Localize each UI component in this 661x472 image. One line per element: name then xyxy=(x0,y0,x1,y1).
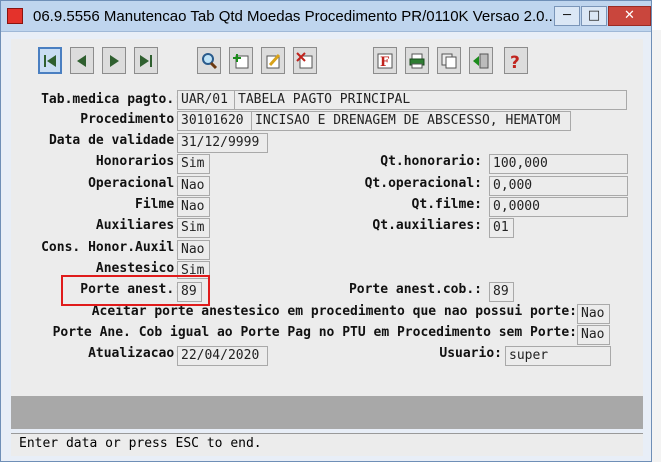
exit-button[interactable] xyxy=(469,47,493,74)
porte-anest-cob-field[interactable]: 89 xyxy=(489,282,514,302)
background-edge xyxy=(652,30,661,462)
procedimento-desc-field[interactable]: INCISAO E DRENAGEM DE ABSCESSO, HEMATOM xyxy=(251,111,571,131)
exit-door-icon xyxy=(473,53,489,68)
add-button[interactable] xyxy=(229,47,253,74)
filme-label: Filme: xyxy=(135,197,182,212)
next-record-button[interactable] xyxy=(102,47,126,74)
procedimento-label: Procedimento: xyxy=(80,112,182,127)
qt-auxiliares-label: Qt.auxiliares: xyxy=(372,218,482,233)
maximize-button[interactable]: □ xyxy=(581,6,607,26)
previous-record-button[interactable] xyxy=(70,47,94,74)
honorarios-label: Honorarios: xyxy=(95,154,182,169)
cons-honor-auxil-label: Cons. Honor.Auxil: xyxy=(41,240,182,255)
atualizacao-field[interactable]: 22/04/2020 xyxy=(177,346,268,366)
qt-filme-field[interactable]: 0,0000 xyxy=(489,197,628,217)
honorarios-field[interactable]: Sim xyxy=(177,154,210,174)
first-record-button[interactable] xyxy=(38,47,62,74)
operacional-field[interactable]: Nao xyxy=(177,176,210,196)
qt-honorario-field[interactable]: 100,000 xyxy=(489,154,628,174)
atualizacao-label: Atualizacao: xyxy=(88,346,182,361)
delete-button[interactable] xyxy=(293,47,317,74)
next-record-icon xyxy=(110,54,119,67)
qt-auxiliares-field[interactable]: 01 xyxy=(489,218,514,238)
porte-anest-cob-label: Porte anest.cob.: xyxy=(348,282,482,297)
qt-filme-label: Qt.filme: xyxy=(411,197,482,212)
auxiliares-field[interactable]: Sim xyxy=(177,218,210,238)
title-bar[interactable]: 06.9.5556 Manutencao Tab Qtd Moedas Proc… xyxy=(1,1,651,32)
form-panel: Tab.medica pagto.: UAR/01 TABELA PAGTO P… xyxy=(11,81,643,396)
qt-honorario-label: Qt.honorario: xyxy=(380,154,482,169)
svg-text:?: ? xyxy=(510,53,520,70)
tab-medica-code-field[interactable]: UAR/01 xyxy=(177,90,235,110)
close-button[interactable]: ✕ xyxy=(608,6,651,26)
window-title: 06.9.5556 Manutencao Tab Qtd Moedas Proc… xyxy=(33,8,553,25)
search-icon xyxy=(202,52,218,69)
app-window: 06.9.5556 Manutencao Tab Qtd Moedas Proc… xyxy=(0,0,652,462)
porte-anest-highlight-box xyxy=(61,275,210,306)
toolbar: F ? xyxy=(11,39,643,81)
status-bar: Enter data or press ESC to end. xyxy=(11,433,643,456)
copy-button[interactable] xyxy=(437,47,461,74)
last-record-icon xyxy=(140,54,152,67)
help-icon: ? xyxy=(510,53,520,70)
auxiliares-label: Auxiliares: xyxy=(95,218,182,233)
aceitar-porte-field[interactable]: Nao xyxy=(577,304,610,324)
usuario-field[interactable]: super xyxy=(505,346,611,366)
add-icon xyxy=(233,53,249,68)
print-button[interactable] xyxy=(405,47,429,74)
filme-field[interactable]: Nao xyxy=(177,197,210,217)
procedimento-code-field[interactable]: 30101620 xyxy=(177,111,252,131)
delete-icon xyxy=(296,51,313,68)
previous-record-icon xyxy=(77,54,86,67)
status-message: Enter data or press ESC to end. xyxy=(19,436,262,451)
porte-ane-cob-label: Porte Ane. Cob igual ao Porte Pag no PTU… xyxy=(52,325,577,340)
copy-icon xyxy=(441,53,457,68)
data-validade-field[interactable]: 31/12/9999 xyxy=(177,133,268,153)
search-button[interactable] xyxy=(197,47,221,74)
edit-icon xyxy=(266,53,281,68)
edit-button[interactable] xyxy=(261,47,285,74)
operacional-label: Operacional: xyxy=(88,176,182,191)
filter-button[interactable]: F xyxy=(373,47,397,74)
app-icon xyxy=(7,8,23,24)
cons-honor-auxil-field[interactable]: Nao xyxy=(177,240,210,260)
last-record-button[interactable] xyxy=(134,47,158,74)
tab-medica-label: Tab.medica pagto.: xyxy=(41,92,182,107)
first-record-icon xyxy=(44,54,56,67)
print-icon xyxy=(409,53,425,68)
qt-operacional-field[interactable]: 0,000 xyxy=(489,176,628,196)
usuario-label: Usuario: xyxy=(439,346,502,361)
tab-medica-desc-field[interactable]: TABELA PAGTO PRINCIPAL xyxy=(234,90,627,110)
separator-band xyxy=(11,396,643,429)
data-validade-label: Data de validade: xyxy=(48,133,182,148)
minimize-button[interactable]: ─ xyxy=(554,6,580,26)
svg-text:F: F xyxy=(380,55,390,70)
help-button[interactable]: ? xyxy=(504,47,528,74)
qt-operacional-label: Qt.operacional: xyxy=(364,176,482,191)
porte-ane-cob-field[interactable]: Nao xyxy=(577,325,610,345)
filter-icon: F xyxy=(377,53,393,70)
